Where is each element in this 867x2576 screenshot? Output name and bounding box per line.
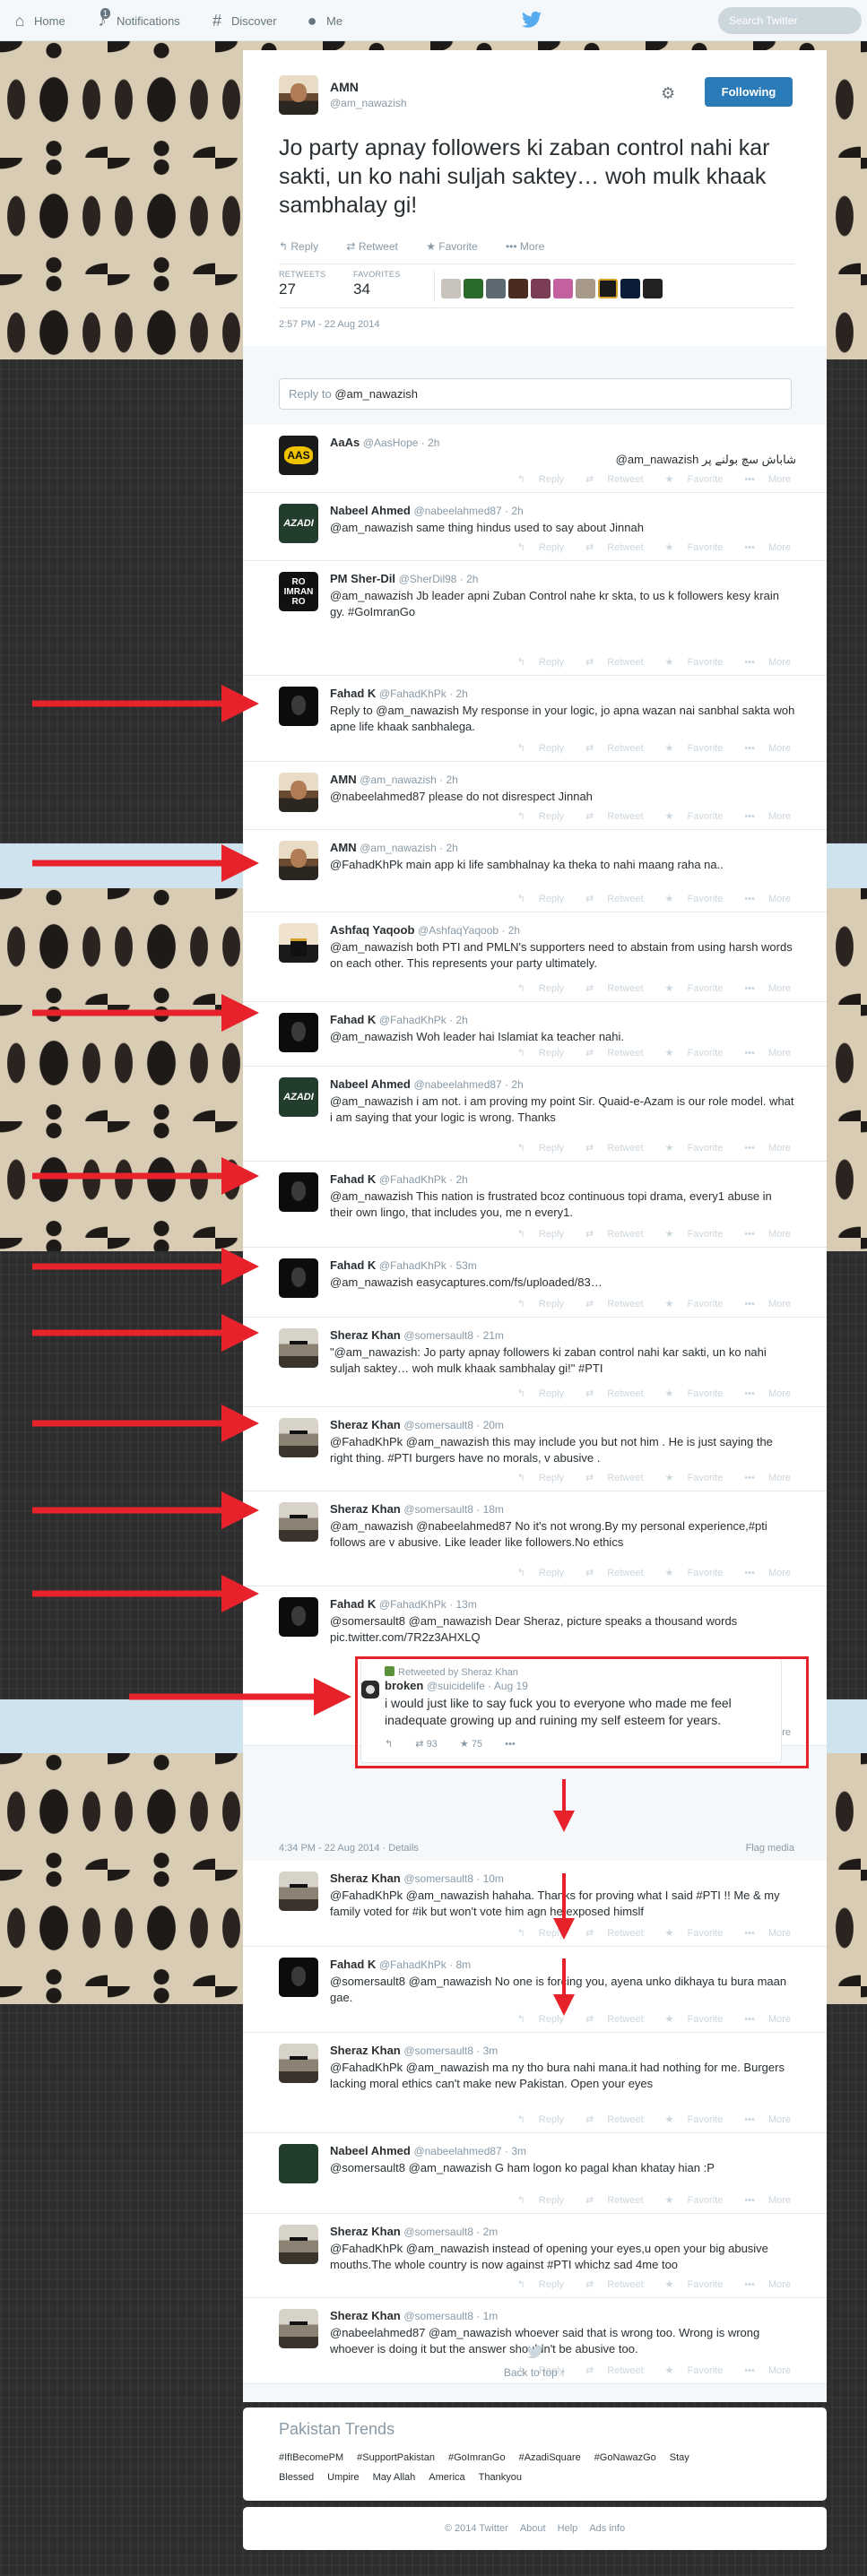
annotation-arrows	[32, 685, 575, 2016]
